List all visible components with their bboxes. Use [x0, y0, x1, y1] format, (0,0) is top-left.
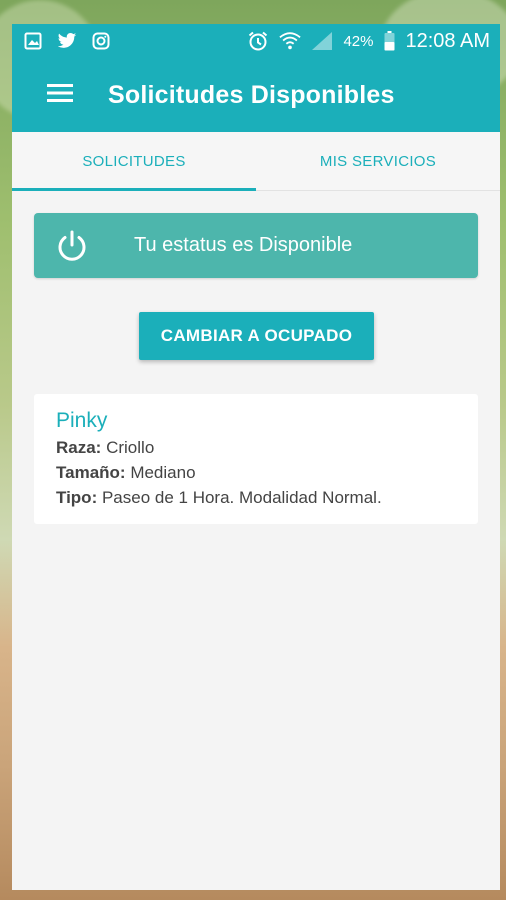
tab-mis-servicios[interactable]: MIS SERVICIOS [256, 132, 500, 190]
size-value: Mediano [130, 463, 196, 482]
tab-bar: SOLICITUDES MIS SERVICIOS [12, 132, 500, 191]
size-label: Tamaño: [56, 463, 126, 482]
image-icon [22, 30, 44, 52]
battery-icon [383, 30, 395, 52]
breed-value: Criollo [106, 438, 155, 457]
instagram-icon [90, 30, 112, 52]
pet-name: Pinky [56, 409, 108, 432]
status-text: Tu estatus es Disponible [134, 234, 353, 256]
main-content: SOLICITUDES MIS SERVICIOS Tu estatus es … [12, 132, 500, 890]
alarm-icon [247, 30, 269, 52]
type-label: Tipo: [56, 488, 98, 507]
tab-indicator [12, 188, 256, 191]
menu-icon [47, 83, 73, 108]
battery-level: 42% [343, 32, 374, 50]
breed-row: Raza: Criollo [56, 435, 456, 460]
change-status-button[interactable]: CAMBIAR A OCUPADO [139, 312, 374, 360]
signal-icon [311, 30, 333, 52]
request-card[interactable]: Pinky Raza: Criollo Tamaño: Mediano Tipo… [34, 394, 478, 524]
breed-label: Raza: [56, 438, 102, 457]
type-row: Tipo: Paseo de 1 Hora. Modalidad Normal. [56, 485, 456, 510]
size-row: Tamaño: Mediano [56, 460, 456, 485]
type-value: Paseo de 1 Hora. Modalidad Normal. [101, 488, 382, 507]
twitter-icon [56, 30, 78, 52]
menu-button[interactable] [30, 65, 90, 125]
status-bar: 42% 12:08 AM [12, 24, 500, 58]
clock: 12:08 AM [405, 29, 490, 52]
wifi-icon [279, 30, 302, 52]
app-bar: Solicitudes Disponibles [12, 58, 500, 132]
power-icon [54, 228, 90, 264]
status-card: Tu estatus es Disponible [34, 213, 478, 278]
page-title: Solicitudes Disponibles [108, 80, 395, 109]
tab-solicitudes[interactable]: SOLICITUDES [12, 132, 256, 190]
